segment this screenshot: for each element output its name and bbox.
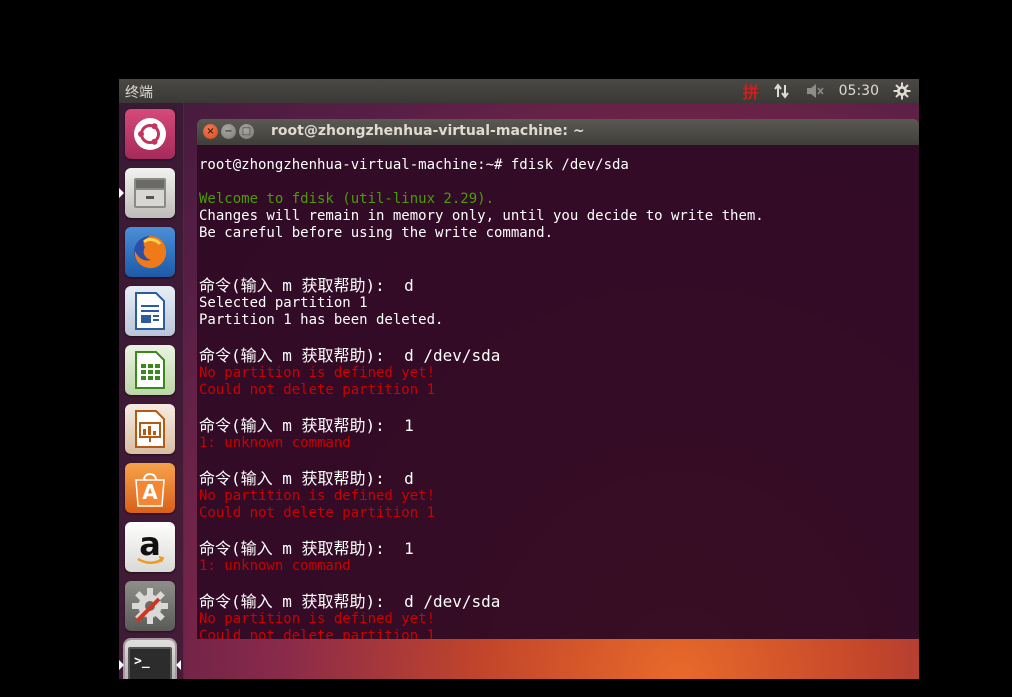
active-app-title: 终端	[125, 85, 153, 101]
terminal-line: Could not delete partition 1	[199, 382, 436, 398]
terminal-glyph: >_	[134, 654, 150, 669]
launcher-calc-button[interactable]	[125, 345, 175, 395]
amazon-icon: a	[130, 527, 170, 567]
clock[interactable]: 05:30	[839, 83, 879, 99]
terminal-line: 1: unknown command	[199, 435, 351, 451]
launcher-impress-button[interactable]	[125, 404, 175, 454]
terminal-line: Welcome to fdisk (util-linux 2.29).	[199, 191, 495, 207]
fdisk-prompt-line: 命令(输入 m 获取帮助): d	[199, 469, 414, 488]
maximize-window-button[interactable]: □	[239, 124, 254, 139]
launcher-software-center-button[interactable]: A	[125, 463, 175, 513]
launcher-dash-button[interactable]	[125, 109, 175, 159]
terminal-lines: root@zhongzhenhua-virtual-machine:~# fdi…	[199, 157, 764, 639]
window-title: root@zhongzhenhua-virtual-machine: ~	[271, 123, 585, 139]
terminal-output[interactable]: root@zhongzhenhua-virtual-machine:~# fdi…	[197, 145, 919, 639]
terminal-line: root@zhongzhenhua-virtual-machine:~# fdi…	[199, 157, 629, 173]
running-indicator	[119, 188, 124, 198]
top-panel: 终端 拼 05:30	[119, 79, 919, 103]
fdisk-prompt-line: 命令(输入 m 获取帮助): 1	[199, 416, 414, 435]
terminal-line: Could not delete partition 1	[199, 505, 436, 521]
close-window-button[interactable]: ×	[203, 124, 218, 139]
launcher-system-settings-button[interactable]	[125, 581, 175, 631]
volume-muted-icon[interactable]	[805, 83, 825, 99]
presentation-icon	[132, 409, 168, 449]
ubuntu-logo-icon	[132, 116, 168, 152]
terminal-line: Be careful before using the write comman…	[199, 225, 554, 241]
terminal-line: Could not delete partition 1	[199, 628, 436, 639]
terminal-window[interactable]: × − □ root@zhongzhenhua-virtual-machine:…	[197, 119, 919, 639]
launcher-terminal-button[interactable]: >_	[123, 638, 177, 679]
network-arrows-icon[interactable]	[773, 82, 791, 100]
fdisk-prompt-line: 命令(输入 m 获取帮助): d /dev/sda	[199, 346, 501, 365]
terminal-line: Selected partition 1	[199, 295, 368, 311]
fdisk-prompt-line: 命令(输入 m 获取帮助): d /dev/sda	[199, 592, 501, 611]
software-glyph: A	[142, 480, 158, 504]
terminal-line: Partition 1 has been deleted.	[199, 312, 444, 328]
input-method-icon[interactable]: 拼	[743, 79, 759, 103]
file-cabinet-icon	[131, 174, 169, 212]
system-tray: 拼 05:30	[743, 79, 911, 103]
running-indicator	[119, 660, 124, 670]
fdisk-prompt-line: 命令(输入 m 获取帮助): 1	[199, 539, 414, 558]
gear-icon[interactable]	[893, 82, 911, 100]
launcher-amazon-button[interactable]: a	[125, 522, 175, 572]
window-titlebar[interactable]: × − □ root@zhongzhenhua-virtual-machine:…	[197, 119, 919, 145]
terminal-line: 1: unknown command	[199, 558, 351, 574]
launcher-files-button[interactable]	[125, 168, 175, 218]
settings-gear-icon	[129, 585, 171, 627]
fdisk-prompt-line: 命令(输入 m 获取帮助): d	[199, 276, 414, 295]
desktop: 终端 拼 05:30 A a >_ × − □ root@zhongzhenhu…	[119, 79, 919, 679]
firefox-icon	[130, 232, 170, 272]
spreadsheet-icon	[132, 350, 168, 390]
terminal-line: Changes will remain in memory only, unti…	[199, 208, 764, 224]
document-icon	[132, 291, 168, 331]
shopping-bag-icon: A	[130, 468, 170, 508]
launcher: A a >_	[119, 103, 184, 679]
launcher-writer-button[interactable]	[125, 286, 175, 336]
minimize-window-button[interactable]: −	[221, 124, 236, 139]
window-controls: × − □	[203, 124, 254, 139]
terminal-line: No partition is defined yet!	[199, 365, 436, 381]
terminal-line: No partition is defined yet!	[199, 488, 436, 504]
focused-indicator	[176, 660, 181, 670]
terminal-line: No partition is defined yet!	[199, 611, 436, 627]
terminal-icon: >_	[128, 647, 172, 679]
launcher-firefox-button[interactable]	[125, 227, 175, 277]
